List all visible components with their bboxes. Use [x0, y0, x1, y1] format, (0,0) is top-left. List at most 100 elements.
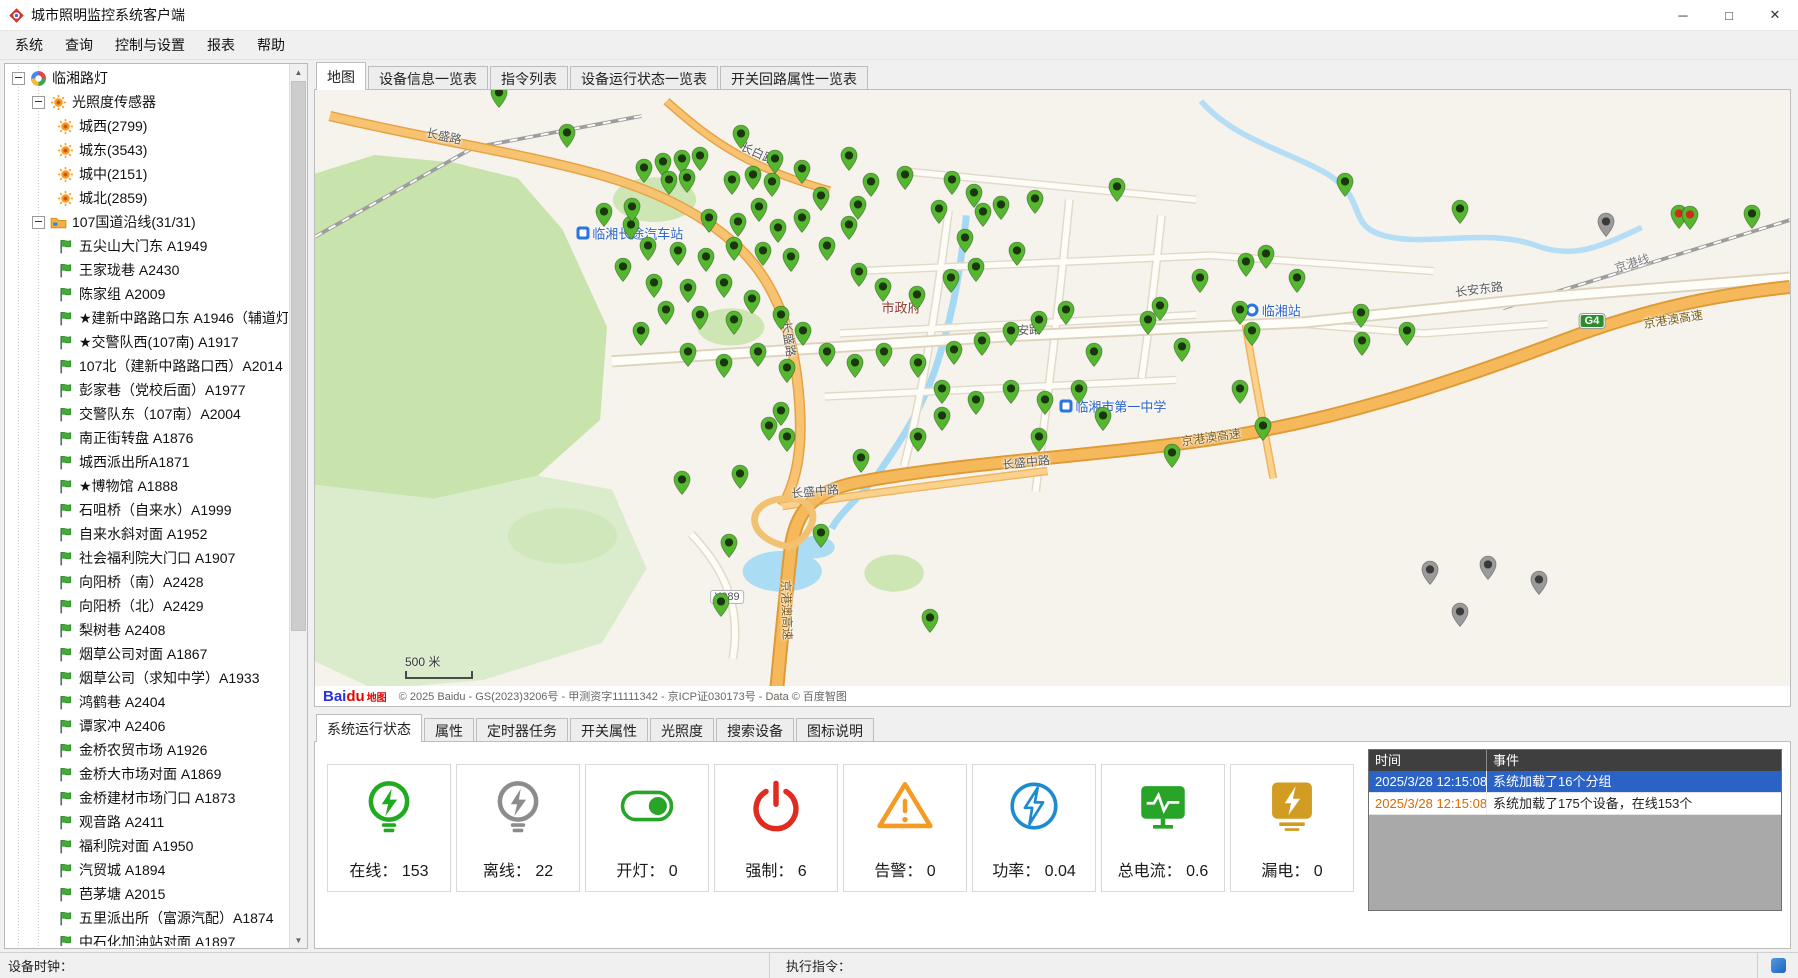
map-pin-110[interactable] [811, 523, 830, 549]
map-pin-43[interactable] [907, 285, 926, 311]
map-pin-8[interactable] [660, 170, 679, 196]
tree-item-sensor-2[interactable]: 城中(2151) [7, 162, 288, 186]
map-pin-60[interactable] [724, 310, 743, 336]
map-pin-21[interactable] [974, 202, 993, 228]
map-tab-1[interactable]: 设备信息一览表 [368, 66, 488, 90]
map-pin-109[interactable] [921, 608, 940, 634]
map-pin-100[interactable] [909, 427, 928, 453]
map-tab-2[interactable]: 指令列表 [490, 66, 568, 90]
map-pin-13[interactable] [792, 159, 811, 185]
map-pin-50[interactable] [696, 247, 715, 273]
map-pin-35[interactable] [769, 218, 788, 244]
map-pin-10[interactable] [723, 170, 742, 196]
map-pin-103[interactable] [760, 416, 779, 442]
map-pin-94[interactable] [1093, 406, 1112, 432]
menu-item-1[interactable]: 查询 [54, 31, 104, 59]
tree-item-device-1[interactable]: 王家珑巷 A2430 [7, 258, 288, 282]
tree-item-device-26[interactable]: 汽贸城 A1894 [7, 858, 288, 882]
map-tab-0[interactable]: 地图 [316, 62, 366, 90]
tree-expander-icon[interactable] [12, 72, 25, 85]
minimize-button[interactable]: ─ [1660, 0, 1706, 30]
map-pin-57[interactable] [742, 289, 761, 315]
map-pin-47[interactable] [782, 247, 801, 273]
map-pin-83[interactable] [1242, 321, 1261, 347]
map-tab-4[interactable]: 开关回路属性一览表 [720, 66, 868, 90]
bottom-tab-2[interactable]: 定时器任务 [476, 718, 568, 742]
map-pin-45[interactable] [850, 262, 869, 288]
map-pin-85[interactable] [1236, 252, 1255, 278]
map-pin-62[interactable] [657, 300, 676, 326]
map-pin-0[interactable] [490, 89, 509, 109]
map-pin-40[interactable] [1008, 241, 1027, 267]
map-pin-107[interactable] [720, 533, 739, 559]
map-pin-117[interactable] [1680, 205, 1699, 231]
map-pin-68[interactable] [817, 342, 836, 368]
map-pin-76[interactable] [1056, 300, 1075, 326]
bottom-tab-4[interactable]: 光照度 [650, 718, 714, 742]
tree-item-device-14[interactable]: 向阳桥（南）A2428 [7, 570, 288, 594]
map-pin-99[interactable] [932, 406, 951, 432]
tree-item-device-0[interactable]: 五尖山大门东 A1949 [7, 234, 288, 258]
map-pin-98[interactable] [1030, 427, 1049, 453]
map-pin-46[interactable] [817, 236, 836, 262]
map-pin-65[interactable] [714, 353, 733, 379]
map-pin-108[interactable] [711, 592, 730, 618]
tree-item-device-21[interactable]: 金桥农贸市场 A1926 [7, 738, 288, 762]
tree-item-device-12[interactable]: 自来水斜对面 A1952 [7, 522, 288, 546]
tree-item-device-24[interactable]: 观音路 A2411 [7, 810, 288, 834]
map-pin-80[interactable] [1173, 337, 1192, 363]
map-pin-81[interactable] [1191, 268, 1210, 294]
map-pin-26[interactable] [1450, 199, 1469, 225]
tree-expander-icon[interactable] [32, 216, 45, 229]
tree-item-device-15[interactable]: 向阳桥（北）A2429 [7, 594, 288, 618]
scrollbar-thumb[interactable] [291, 81, 306, 631]
scroll-up-icon[interactable]: ▲ [290, 64, 307, 80]
tree-item-device-28[interactable]: 五里派出所（富源汽配）A1874 [7, 906, 288, 930]
map-pin-36[interactable] [792, 208, 811, 234]
map-pin-91[interactable] [1002, 379, 1021, 405]
map-pin-72[interactable] [944, 340, 963, 366]
map-pin-9[interactable] [677, 168, 696, 194]
map-pin-66[interactable] [748, 342, 767, 368]
map-pin-115[interactable] [1450, 602, 1469, 628]
event-log[interactable]: 时间事件 2025/3/28 12:15:08系统加载了16个分组2025/3/… [1368, 749, 1782, 911]
bottom-tab-3[interactable]: 开关属性 [570, 718, 648, 742]
map-pin-29[interactable] [595, 202, 614, 228]
tree-item-device-18[interactable]: 烟草公司（求知中学）A1933 [7, 666, 288, 690]
map-pin-90[interactable] [966, 390, 985, 416]
tree-expander-icon[interactable] [32, 96, 45, 109]
map-pin-86[interactable] [1353, 331, 1372, 357]
menu-item-0[interactable]: 系统 [4, 31, 54, 59]
tree-item-device-19[interactable]: 鸿鹤巷 A2404 [7, 690, 288, 714]
tree-item-root[interactable]: 临湘路灯 [7, 66, 288, 90]
tree-item-device-8[interactable]: 南正街转盘 A1876 [7, 426, 288, 450]
bottom-tab-5[interactable]: 搜索设备 [716, 718, 794, 742]
tree-item-device-2[interactable]: 陈家组 A2009 [7, 282, 288, 306]
maximize-button[interactable]: □ [1706, 0, 1752, 30]
map-pin-63[interactable] [631, 321, 650, 347]
map-tab-3[interactable]: 设备运行状态一览表 [570, 66, 718, 90]
map-pin-56[interactable] [714, 273, 733, 299]
map-pin-96[interactable] [1254, 416, 1273, 442]
map-pin-75[interactable] [1030, 310, 1049, 336]
tree-item-road-group[interactable]: 107国道沿线(31/31) [7, 210, 288, 234]
bottom-tab-6[interactable]: 图标说明 [796, 718, 874, 742]
map-pin-27[interactable] [1257, 244, 1276, 270]
map-pin-67[interactable] [778, 358, 797, 384]
tree-item-sensor-0[interactable]: 城西(2799) [7, 114, 288, 138]
map-pin-77[interactable] [1084, 342, 1103, 368]
tree-item-device-4[interactable]: ★交警队西(107南) A1917 [7, 330, 288, 354]
scrollbar-track[interactable] [290, 632, 307, 932]
map-pin-61[interactable] [690, 305, 709, 331]
map-pin-3[interactable] [766, 149, 785, 175]
map-pin-31[interactable] [623, 197, 642, 223]
scroll-down-icon[interactable]: ▼ [290, 932, 307, 948]
menu-item-4[interactable]: 帮助 [246, 31, 296, 59]
map-pin-69[interactable] [845, 353, 864, 379]
map-pin-74[interactable] [1002, 321, 1021, 347]
map-pin-106[interactable] [673, 470, 692, 496]
map-pin-70[interactable] [875, 342, 894, 368]
map-pin-1[interactable] [558, 123, 577, 149]
map-pin-32[interactable] [699, 208, 718, 234]
map-pin-48[interactable] [754, 241, 773, 267]
